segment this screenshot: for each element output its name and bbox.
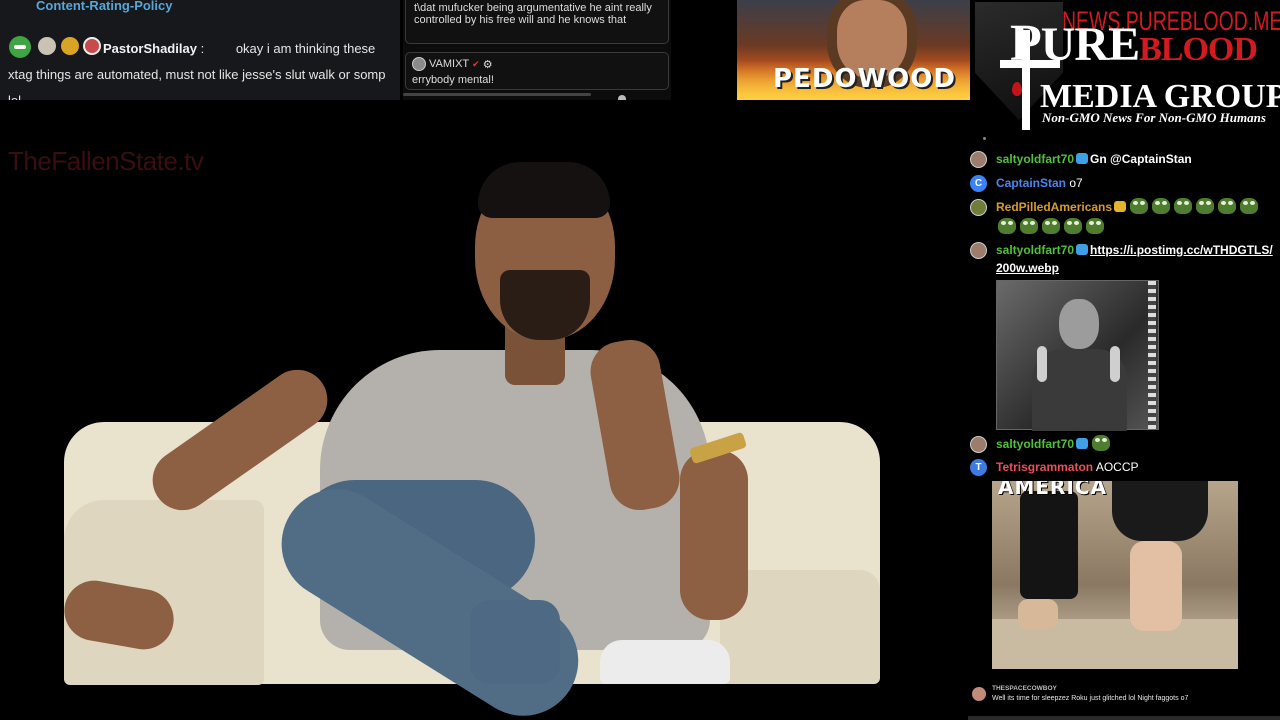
chat-username[interactable]: saltyoldfart70: [996, 437, 1074, 451]
chat-username[interactable]: PastorShadilay: [103, 41, 197, 56]
image-figure: [1112, 481, 1208, 541]
pepe-emote-icon: [1240, 198, 1259, 214]
chat-username[interactable]: Tetrisgrammaton: [996, 460, 1093, 474]
chat-text: okay i am thinking these xtag things are…: [8, 41, 386, 100]
image-face: [1059, 299, 1099, 349]
thumbnail-text: PEDOWOOD: [773, 64, 956, 94]
gold-badge-icon: [1114, 201, 1127, 212]
chat-username[interactable]: VAMIXT: [429, 58, 469, 70]
pepe-emote-icon: [1196, 198, 1215, 214]
person-hair: [478, 162, 610, 218]
image-legs: [1130, 541, 1182, 631]
chat-username[interactable]: saltyoldfart70: [996, 243, 1074, 257]
sub-badge-icon: [1076, 244, 1089, 255]
main-video[interactable]: TheFallenState.tv: [0, 100, 968, 720]
brand-tagline: Non-GMO News For Non-GMO Humans: [1042, 110, 1266, 125]
blood-drop-icon: [1012, 82, 1022, 96]
chat-text: AOCCP: [1095, 460, 1139, 474]
person-right-forearm: [680, 450, 748, 620]
chat-text: errybody mental!: [412, 74, 494, 86]
center-chat-panel: t\dat mufucker being argumentative he ai…: [403, 0, 671, 100]
chat-message: PastorShadilay : okay i am thinking thes…: [8, 36, 393, 100]
chat-message-card: t\dat mufucker being argumentative he ai…: [405, 0, 669, 44]
pepe-emote-icon: [1174, 198, 1193, 214]
image-border: [1148, 281, 1156, 429]
brand-word: URE: [1040, 18, 1140, 71]
pepe-emote-icon: [1130, 198, 1149, 214]
chat-separator: :: [200, 41, 205, 56]
chat-gif[interactable]: AMERICA: [992, 481, 1238, 669]
image-figure: [1020, 491, 1078, 599]
user-avatar[interactable]: [972, 687, 986, 701]
video-thumbnail[interactable]: PEDOWOOD: [737, 0, 970, 100]
user-avatar[interactable]: [970, 151, 987, 168]
chat-username[interactable]: THESPACECOWBOY: [992, 685, 1057, 692]
person-shin: [470, 600, 560, 684]
user-avatar[interactable]: [970, 242, 987, 259]
chat-text: t\dat mufucker being argumentative he ai…: [414, 2, 652, 26]
scroll-indicator: [983, 137, 986, 140]
image-feet: [1018, 599, 1058, 629]
pepe-emote-icon: [1064, 218, 1082, 234]
gear-icon: ⚙: [482, 58, 493, 71]
chat-image[interactable]: [996, 280, 1159, 431]
sub-badge-icon: [1076, 153, 1089, 164]
pepe-emote-icon: [998, 218, 1016, 234]
video-watermark: TheFallenState.tv: [8, 146, 204, 176]
brand-word-red: BLOOD: [1139, 31, 1258, 68]
user-avatar[interactable]: C: [970, 175, 987, 192]
chat-text: o7: [1069, 176, 1083, 190]
pepe-emote-icon: [1092, 435, 1111, 451]
image-hand: [1110, 346, 1120, 382]
brand-name: PUREBLOOD: [1010, 14, 1258, 73]
scrollbar[interactable]: [968, 716, 1280, 720]
chat-message-card: VAMIXT ✔ ⚙ errybody mental!: [405, 52, 669, 90]
chat-username[interactable]: CaptainStan: [996, 176, 1066, 190]
left-chat-panel: Content-Rating-Policy PastorShadilay : o…: [0, 0, 400, 100]
pepe-emote-icon: [1152, 198, 1171, 214]
chat-text: Well its time for sleepzez Roku just gli…: [992, 695, 1189, 702]
brand-logo: NEWS.PUREBLOOD.MEDIA PUREBLOOD MEDIA GRO…: [970, 0, 1280, 135]
person-beard: [500, 270, 590, 340]
verified-check-icon: ✔: [472, 58, 480, 69]
right-chat-panel: saltyoldfart70 Gn @CaptainStan C CaptainS…: [968, 135, 1280, 720]
pepe-emote-icon: [1218, 198, 1237, 214]
divider: [403, 93, 591, 96]
brand-initial: P: [1010, 15, 1042, 72]
user-avatar[interactable]: [970, 199, 987, 216]
pepe-emote-icon: [1042, 218, 1060, 234]
user-avatar[interactable]: T: [970, 459, 987, 476]
person-shoe: [600, 640, 730, 684]
image-hand: [1037, 346, 1047, 382]
gif-caption: AMERICA: [998, 481, 1108, 499]
chat-username[interactable]: RedPilledAmericans: [996, 200, 1112, 214]
pepe-emote-icon: [1086, 218, 1104, 234]
user-avatar[interactable]: [970, 436, 987, 453]
user-avatar[interactable]: [412, 57, 426, 71]
chat-username[interactable]: saltyoldfart70: [996, 152, 1074, 166]
pepe-emote-icon: [1020, 218, 1038, 234]
content-rating-policy-link[interactable]: Content-Rating-Policy: [36, 0, 173, 13]
sub-badge-icon: [1076, 438, 1089, 449]
chat-mention: Gn @CaptainStan: [1090, 152, 1192, 166]
